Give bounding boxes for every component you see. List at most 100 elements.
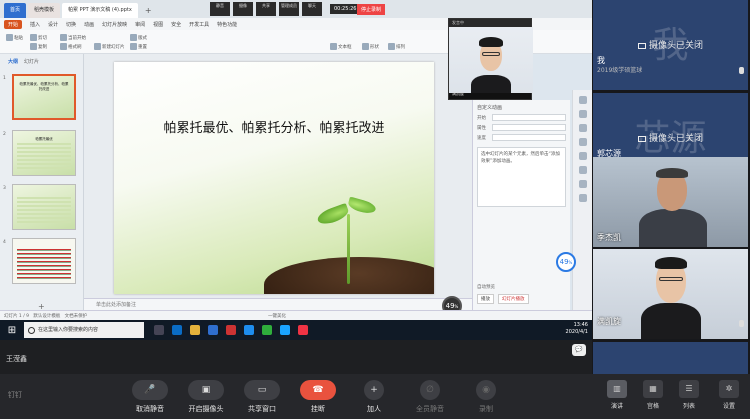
rec-chat-button[interactable]: 聊天 xyxy=(302,2,322,16)
ribbon-shape[interactable]: 形状 xyxy=(362,43,379,50)
camera-off-icon xyxy=(637,42,646,49)
floating-camera-window[interactable]: 发言中 满凯旋 xyxy=(448,18,533,100)
participant-tile-man[interactable]: 满凯旋 xyxy=(593,249,748,339)
side-tool-icon[interactable] xyxy=(578,110,587,118)
wps-icon[interactable] xyxy=(226,325,236,335)
ribbon-new-slide[interactable]: 新建幻灯片 xyxy=(94,43,125,50)
current-slide[interactable]: 帕累托最优、帕累托分析、帕累托改进 xyxy=(114,62,434,294)
menu-features[interactable]: 特色功能 xyxy=(217,21,237,28)
mic-icon xyxy=(739,67,744,74)
ribbon-reset[interactable]: 重置 xyxy=(130,43,147,50)
rec-share-button[interactable]: 共享 xyxy=(256,2,276,16)
hangup-button[interactable]: ☎ 挂断 xyxy=(294,380,342,414)
unmute-button[interactable]: 🎤 取消静音 xyxy=(126,380,174,414)
beautify-button[interactable]: 一键美化 xyxy=(268,313,286,319)
slide-thumbnail-2[interactable]: 帕累托最优 xyxy=(12,130,76,176)
ribbon-cut[interactable]: 剪切 xyxy=(30,34,47,41)
tool-label: 取消静音 xyxy=(136,405,164,413)
slide-count: 幻灯片 1 / 9 xyxy=(4,314,30,319)
menu-animation[interactable]: 动画 xyxy=(84,21,94,28)
share-window-button[interactable]: ▭ 共享窗口 xyxy=(238,380,286,414)
side-tool-icon[interactable] xyxy=(578,152,587,160)
new-tab-button[interactable]: + xyxy=(140,3,157,18)
slide-thumbnail-3[interactable] xyxy=(12,184,76,230)
stop-recording-button[interactable]: 停止录制 xyxy=(357,4,386,15)
start-camera-button[interactable]: ▣ 开启摄像头 xyxy=(182,380,230,414)
menu-slideshow[interactable]: 幻灯片放映 xyxy=(102,21,127,28)
side-tool-icon[interactable] xyxy=(578,166,587,174)
side-tool-icon[interactable] xyxy=(578,96,587,104)
add-person-button[interactable]: + 加人 xyxy=(350,380,398,414)
chat-icon[interactable]: 💬 xyxy=(572,344,586,356)
cut-icon xyxy=(30,34,37,41)
layout-grid-button[interactable]: ▦ 宫格 xyxy=(638,380,668,410)
slide-thumbnail-4[interactable] xyxy=(12,238,76,284)
menu-review[interactable]: 审阅 xyxy=(135,21,145,28)
ppt-icon[interactable] xyxy=(298,325,308,335)
explorer-icon[interactable] xyxy=(190,325,200,335)
qq-icon[interactable] xyxy=(280,325,290,335)
record-button[interactable]: ◉ 录制 xyxy=(462,380,510,414)
mute-all-button[interactable]: ∅ 全员静音 xyxy=(406,380,454,414)
participant-tile-ji[interactable]: 季杰凯 xyxy=(593,157,748,247)
ribbon-paste[interactable]: 粘贴 xyxy=(6,34,23,41)
menu-start[interactable]: 开始 xyxy=(4,19,23,29)
rec-mute-button[interactable]: 静音 xyxy=(210,2,230,16)
menu-transition[interactable]: 切换 xyxy=(66,21,76,28)
rec-camera-button[interactable]: 摄像 xyxy=(233,2,253,16)
menu-developer[interactable]: 开发工具 xyxy=(189,21,209,28)
settings-button[interactable]: ✲ 设置 xyxy=(714,380,744,410)
slide-thumbnail-1[interactable]: 帕累托最优、帕累托分析、帕累托改进 xyxy=(12,74,76,120)
shape-icon xyxy=(362,43,369,50)
play-icon xyxy=(60,34,67,41)
notes-area[interactable]: 单击此处添加备注 xyxy=(84,298,472,310)
slideshow-button[interactable]: 幻灯片播放 xyxy=(498,294,529,304)
participant-tile-next[interactable] xyxy=(593,342,748,374)
layout-speaker-button[interactable]: ▥ 演讲 xyxy=(602,380,632,410)
side-tool-icon[interactable] xyxy=(578,138,587,146)
ribbon-arrange[interactable]: 排列 xyxy=(388,43,405,50)
anim-property-select[interactable] xyxy=(492,124,566,131)
animation-list[interactable]: 选中幻灯片的某个元素，然后单击“添加效果”添加动画。 xyxy=(477,147,566,207)
tab-pptx-file[interactable]: 帕累 PPT 演示文稿 (4).pptx xyxy=(62,3,138,18)
row-label: 速度 xyxy=(477,135,486,141)
ribbon-layout[interactable]: 版式 xyxy=(130,34,147,41)
layout-list-button[interactable]: ☰ 列表 xyxy=(674,380,704,410)
wechat-icon[interactable] xyxy=(262,325,272,335)
slide-title[interactable]: 帕累托最优、帕累托分析、帕累托改进 xyxy=(114,117,434,136)
side-tool-icon[interactable] xyxy=(578,194,587,202)
taskbar-search-input[interactable]: 在这里输入你要搜索的内容 xyxy=(24,322,144,338)
badge-value: 49 xyxy=(445,302,455,310)
arrange-icon xyxy=(388,43,395,50)
tab-home[interactable]: 首页 xyxy=(4,3,27,18)
participant-tile-me[interactable]: 我 摄像头已关闭 我 2019级学硕篮球 xyxy=(593,0,748,90)
windows-start-icon[interactable]: ⊞ xyxy=(0,320,24,340)
play-button[interactable]: 播放 xyxy=(477,294,494,304)
task-view-icon[interactable] xyxy=(154,325,164,335)
menu-insert[interactable]: 插入 xyxy=(30,21,40,28)
ribbon-copy[interactable]: 复制 xyxy=(30,43,47,50)
menu-security[interactable]: 安全 xyxy=(171,21,181,28)
dingtalk-icon[interactable] xyxy=(244,325,254,335)
ribbon-format-painter[interactable]: 格式刷 xyxy=(60,43,82,50)
tab-templates[interactable]: 稻壳模板 xyxy=(28,3,61,18)
ribbon-textbox[interactable]: 文本框 xyxy=(330,43,352,50)
tab-slides[interactable]: 幻灯片 xyxy=(24,59,39,65)
rec-members-button[interactable]: 管理成员 xyxy=(279,2,299,16)
side-tool-icon[interactable] xyxy=(578,180,587,188)
participant-name: 季杰凯 xyxy=(597,233,621,242)
camera-off-icon xyxy=(637,135,646,142)
edge-icon[interactable] xyxy=(172,325,182,335)
tray-date: 2020/4/1 xyxy=(565,329,588,335)
auto-preview-checkbox[interactable]: 自动预览 xyxy=(477,284,495,290)
custom-animation-pane: 自定义动画 开始 属性 速度 选中幻灯片的某个元素，然后单击“添加效果”添加动画… xyxy=(472,100,570,310)
tab-outline[interactable]: 大纲 xyxy=(8,59,18,65)
store-icon[interactable] xyxy=(208,325,218,335)
ribbon-from-current[interactable]: 当前开始 xyxy=(60,34,86,41)
side-tool-icon[interactable] xyxy=(578,124,587,132)
anim-speed-select[interactable] xyxy=(492,134,566,141)
task-pane-header: 自定义动画 xyxy=(477,105,503,111)
menu-design[interactable]: 设计 xyxy=(48,21,58,28)
anim-start-select[interactable] xyxy=(492,114,566,121)
menu-view[interactable]: 视图 xyxy=(153,21,163,28)
